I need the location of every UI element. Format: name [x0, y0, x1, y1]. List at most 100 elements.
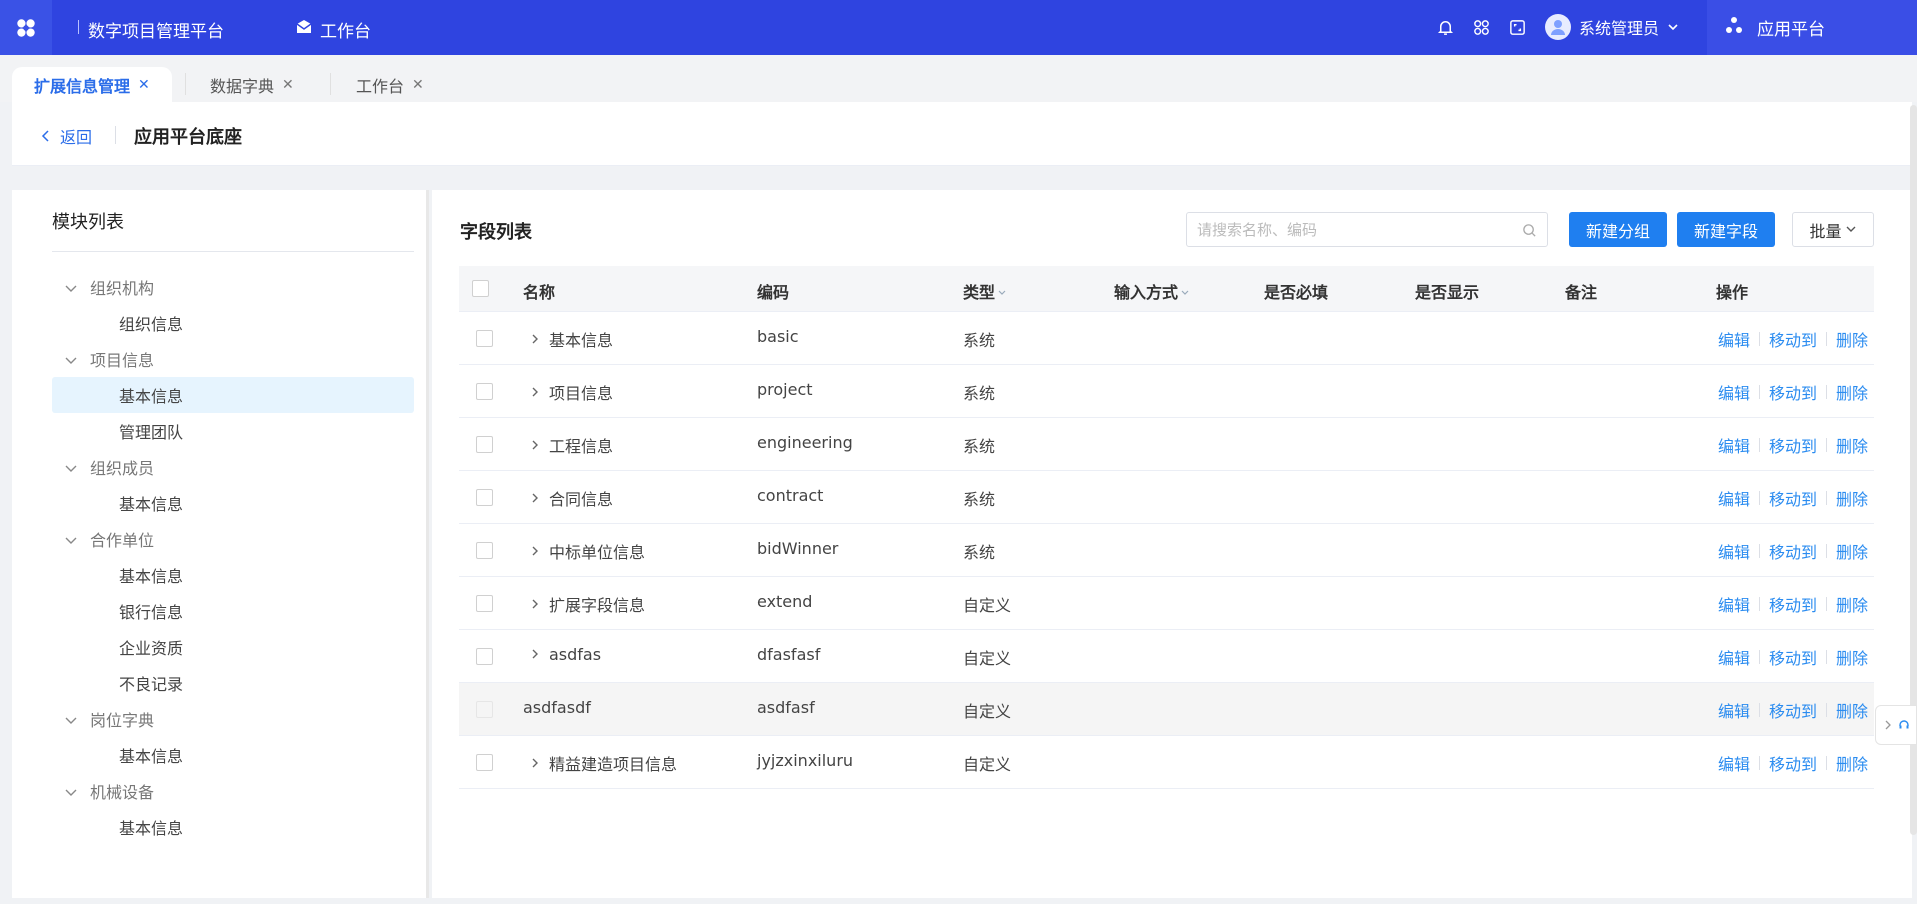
chevron-right-icon[interactable]	[529, 383, 541, 402]
delete-link[interactable]: 删除	[1836, 380, 1868, 404]
column-header-type[interactable]: 类型	[963, 279, 1007, 303]
tree-item[interactable]: 不良记录	[52, 665, 414, 701]
chevron-right-icon[interactable]	[529, 330, 541, 349]
chevron-right-icon[interactable]	[529, 595, 541, 614]
tree-item-selected[interactable]: 基本信息	[52, 377, 414, 413]
customer-service-widget[interactable]	[1875, 705, 1917, 745]
app-platform-switch[interactable]: 应用平台	[1707, 0, 1917, 55]
edit-link[interactable]: 编辑	[1718, 433, 1750, 457]
row-name-cell[interactable]: 扩展字段信息	[529, 592, 645, 616]
edit-link[interactable]: 编辑	[1718, 539, 1750, 563]
row-checkbox[interactable]	[476, 542, 493, 559]
tree-item[interactable]: 基本信息	[52, 557, 414, 593]
user-menu[interactable]: 系统管理员	[1545, 14, 1679, 40]
tab-data-dictionary[interactable]: 数据字典 ✕	[188, 67, 316, 102]
tab-extended-info[interactable]: 扩展信息管理 ✕	[12, 67, 172, 102]
edit-link[interactable]: 编辑	[1718, 486, 1750, 510]
edit-link[interactable]: 编辑	[1718, 327, 1750, 351]
bell-icon[interactable]	[1436, 18, 1455, 37]
tree-group-members[interactable]: 组织成员	[52, 449, 414, 485]
row-name-cell[interactable]: asdfas	[529, 645, 601, 664]
tree-item[interactable]: 组织信息	[52, 305, 414, 341]
tree-item[interactable]: 基本信息	[52, 737, 414, 773]
row-type: 系统	[963, 543, 996, 562]
move-to-link[interactable]: 移动到	[1769, 539, 1817, 563]
chevron-right-icon[interactable]	[529, 645, 541, 664]
row-checkbox[interactable]	[476, 436, 493, 453]
tree-item[interactable]: 基本信息	[52, 485, 414, 521]
delete-link[interactable]: 删除	[1836, 645, 1868, 669]
row-checkbox[interactable]	[476, 754, 493, 771]
apps-grid-icon[interactable]	[1472, 18, 1491, 37]
move-to-link[interactable]: 移动到	[1769, 380, 1817, 404]
row-checkbox[interactable]	[476, 330, 493, 347]
delete-link[interactable]: 删除	[1836, 486, 1868, 510]
select-all-checkbox[interactable]	[472, 280, 489, 297]
delete-link[interactable]: 删除	[1836, 327, 1868, 351]
chevron-left-icon	[40, 127, 52, 146]
chevron-right-icon[interactable]	[529, 754, 541, 773]
tree-group-label: 组织机构	[90, 279, 155, 298]
new-field-button[interactable]: 新建字段	[1677, 212, 1775, 247]
chevron-right-icon[interactable]	[529, 436, 541, 455]
tree-group-partners[interactable]: 合作单位	[52, 521, 414, 557]
move-to-link[interactable]: 移动到	[1769, 698, 1817, 722]
row-checkbox[interactable]	[476, 595, 493, 612]
row-checkbox[interactable]	[476, 701, 493, 718]
move-to-link[interactable]: 移动到	[1769, 486, 1817, 510]
row-name-cell[interactable]: 基本信息	[529, 327, 613, 351]
tree-group-positions[interactable]: 岗位字典	[52, 701, 414, 737]
batch-dropdown[interactable]: 批量	[1792, 212, 1874, 247]
close-icon[interactable]: ✕	[412, 77, 424, 93]
fullscreen-icon[interactable]	[1508, 18, 1527, 37]
app-logo-icon[interactable]	[0, 0, 52, 55]
back-button[interactable]: 返回	[40, 124, 92, 148]
close-icon[interactable]: ✕	[138, 77, 150, 93]
edit-link[interactable]: 编辑	[1718, 380, 1750, 404]
chevron-right-icon[interactable]	[529, 489, 541, 508]
tree-group-project[interactable]: 项目信息	[52, 341, 414, 377]
workbench-link[interactable]: 工作台	[296, 17, 371, 42]
tree-group-equipment[interactable]: 机械设备	[52, 773, 414, 809]
row-checkbox[interactable]	[476, 648, 493, 665]
search-input[interactable]	[1187, 213, 1507, 246]
move-to-link[interactable]: 移动到	[1769, 433, 1817, 457]
tree-item[interactable]: 基本信息	[52, 809, 414, 845]
edit-link[interactable]: 编辑	[1718, 645, 1750, 669]
delete-link[interactable]: 删除	[1836, 433, 1868, 457]
row-checkbox[interactable]	[476, 383, 493, 400]
tree-item[interactable]: 企业资质	[52, 629, 414, 665]
edit-link[interactable]: 编辑	[1718, 751, 1750, 775]
headset-icon	[1898, 716, 1910, 735]
app-platform-label: 应用平台	[1757, 20, 1825, 40]
row-name-cell[interactable]: 精益建造项目信息	[529, 751, 677, 775]
row-name-cell[interactable]: 工程信息	[529, 433, 613, 457]
delete-link[interactable]: 删除	[1836, 698, 1868, 722]
tree-item[interactable]: 银行信息	[52, 593, 414, 629]
move-to-link[interactable]: 移动到	[1769, 327, 1817, 351]
row-name-cell[interactable]: 合同信息	[529, 486, 613, 510]
move-to-link[interactable]: 移动到	[1769, 645, 1817, 669]
close-icon[interactable]: ✕	[282, 77, 294, 93]
tree-group-org[interactable]: 组织机构	[52, 269, 414, 305]
edit-link[interactable]: 编辑	[1718, 698, 1750, 722]
row-actions: 编辑 移动到 删除	[1718, 539, 1868, 563]
tree-item[interactable]: 管理团队	[52, 413, 414, 449]
edit-link[interactable]: 编辑	[1718, 592, 1750, 616]
delete-link[interactable]: 删除	[1836, 592, 1868, 616]
row-name-cell[interactable]: 中标单位信息	[529, 539, 645, 563]
delete-link[interactable]: 删除	[1836, 751, 1868, 775]
column-header-name: 名称	[523, 283, 556, 302]
row-name: 基本信息	[549, 331, 614, 350]
move-to-link[interactable]: 移动到	[1769, 592, 1817, 616]
delete-link[interactable]: 删除	[1836, 539, 1868, 563]
search-icon[interactable]	[1522, 223, 1537, 238]
chevron-right-icon[interactable]	[529, 542, 541, 561]
move-to-link[interactable]: 移动到	[1769, 751, 1817, 775]
row-checkbox[interactable]	[476, 489, 493, 506]
tab-workbench[interactable]: 工作台 ✕	[334, 67, 446, 102]
column-header-input-method[interactable]: 输入方式	[1114, 279, 1190, 303]
row-name-cell[interactable]: 项目信息	[529, 380, 613, 404]
new-group-button[interactable]: 新建分组	[1569, 212, 1667, 247]
divider	[1759, 756, 1761, 770]
